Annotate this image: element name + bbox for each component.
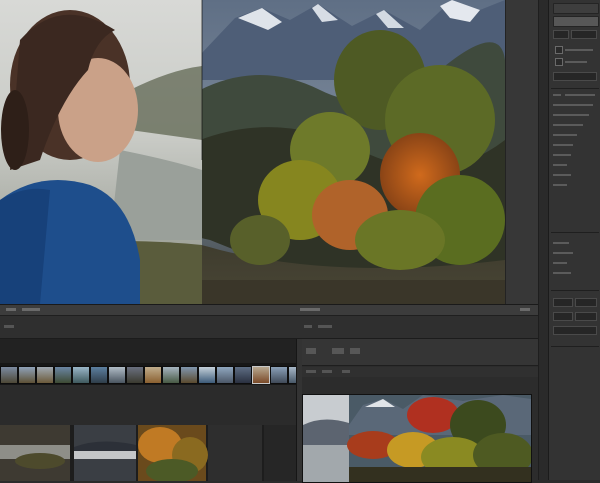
panel-field[interactable]: [575, 312, 597, 321]
panel-row: [553, 184, 567, 186]
filmstrip-thumbnail[interactable]: [216, 366, 234, 384]
panel-row: [553, 164, 567, 166]
panel-tab-selected[interactable]: [553, 16, 599, 27]
filmstrip-thumbnail[interactable]: [54, 366, 72, 384]
detail-subbar: [302, 367, 538, 377]
secondary-toolbar: [0, 316, 538, 339]
panel-checkbox[interactable]: [555, 58, 563, 66]
panel-row: [553, 144, 573, 146]
toolbar-item[interactable]: [304, 325, 312, 328]
detail-tab[interactable]: [350, 348, 360, 354]
preview-images: [0, 425, 296, 481]
detail-tool[interactable]: [306, 370, 316, 373]
detail-panel: [302, 339, 538, 483]
filmstrip-thumbnail[interactable]: [270, 366, 288, 384]
panel-row: [553, 124, 583, 126]
filmstrip-thumbnail[interactable]: [234, 366, 252, 384]
panel-field[interactable]: [553, 30, 569, 39]
filmstrip-thumbnail[interactable]: [198, 366, 216, 384]
detail-header: [302, 339, 538, 366]
panel-row: [553, 174, 571, 176]
panel-field[interactable]: [553, 326, 597, 335]
toolbar-item[interactable]: [22, 308, 40, 311]
filmstrip-panel: [0, 339, 298, 481]
filmstrip-spacer: [0, 385, 296, 425]
filmstrip-thumbnail[interactable]: [18, 366, 36, 384]
panel-row: [553, 242, 569, 244]
filmstrip-thumbnail[interactable]: [36, 366, 54, 384]
panel-row: [553, 134, 577, 136]
bottom-toolbar: [0, 305, 538, 316]
filmstrip-thumbnail[interactable]: [90, 366, 108, 384]
filmstrip-thumbnail[interactable]: [180, 366, 198, 384]
portrait-overlay: [0, 0, 202, 304]
panel-row: [565, 61, 587, 63]
panel-separator: [551, 232, 599, 233]
menu-icon[interactable]: [520, 308, 530, 311]
toolbar-item[interactable]: [4, 325, 14, 328]
main-canvas[interactable]: [0, 0, 505, 304]
panel-row: [553, 114, 589, 116]
detail-tool[interactable]: [342, 370, 350, 373]
detail-photo: [303, 395, 531, 482]
panel-separator: [551, 290, 599, 291]
detail-tab[interactable]: [332, 348, 344, 354]
panel-field[interactable]: [553, 72, 597, 81]
panel-checkbox[interactable]: [555, 46, 563, 54]
detail-tool[interactable]: [322, 370, 332, 373]
toolbar-item[interactable]: [318, 325, 332, 328]
panel-toolbar-button[interactable]: [553, 3, 599, 14]
filmstrip-thumbnail[interactable]: [162, 366, 180, 384]
panel-separator: [551, 88, 599, 89]
filmstrip: [0, 363, 298, 385]
toolbar-item[interactable]: [300, 308, 320, 311]
filmstrip-thumbnail-selected[interactable]: [252, 366, 270, 384]
panel-row: [565, 49, 593, 51]
panel-field[interactable]: [571, 30, 597, 39]
preview-grid: [0, 425, 296, 481]
filmstrip-thumbnail[interactable]: [144, 366, 162, 384]
frame-divider: [201, 0, 203, 160]
panel-row: [553, 262, 567, 264]
photo-editor-window: [0, 0, 600, 483]
bottom-workspace: [0, 304, 538, 483]
properties-panel: [548, 0, 600, 480]
panel-field[interactable]: [553, 298, 573, 307]
filmstrip-thumbnail[interactable]: [72, 366, 90, 384]
panel-row: [553, 272, 571, 274]
filmstrip-thumbnail[interactable]: [108, 366, 126, 384]
detail-image-view[interactable]: [302, 394, 532, 483]
filmstrip-thumbnail[interactable]: [0, 366, 18, 384]
detail-tab[interactable]: [306, 348, 316, 354]
panel-row: [553, 252, 573, 254]
panel-row: [553, 104, 593, 106]
filmstrip-thumbnail[interactable]: [126, 366, 144, 384]
panel-row: [565, 94, 595, 96]
panel-row: [553, 94, 561, 96]
chevron-icon[interactable]: [6, 308, 16, 311]
panel-separator: [551, 346, 599, 347]
panel-field[interactable]: [553, 312, 573, 321]
panel-field[interactable]: [575, 298, 597, 307]
panel-row: [553, 154, 571, 156]
